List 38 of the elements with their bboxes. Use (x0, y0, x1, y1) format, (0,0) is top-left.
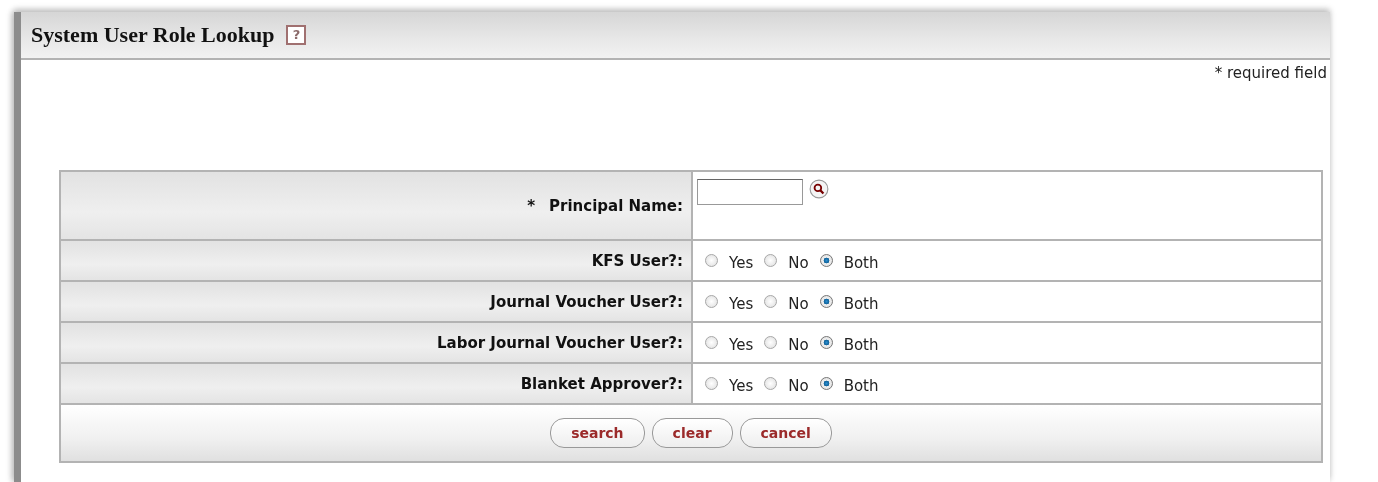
radio-label: No (788, 253, 809, 272)
radio-button[interactable] (705, 254, 718, 267)
radio-label: Both (843, 294, 879, 313)
search-button[interactable]: search (550, 418, 645, 448)
radio-button[interactable] (764, 377, 778, 390)
field-label: Journal Voucher User?: (490, 292, 683, 311)
radio-button[interactable] (819, 254, 833, 267)
radio-label: Yes (729, 376, 754, 395)
radio-label: Yes (729, 335, 754, 354)
radio-button[interactable] (819, 336, 833, 349)
field-label: Blanket Approver?: (520, 374, 683, 393)
clear-button[interactable]: clear (651, 418, 733, 448)
radio-button[interactable] (705, 295, 718, 308)
search-icon[interactable] (809, 179, 829, 199)
radio-label: Yes (729, 253, 754, 272)
radio-label: Yes (729, 294, 754, 313)
required-field-note: * required field (1213, 63, 1328, 84)
radio-button[interactable] (819, 377, 833, 390)
field-label: Labor Journal Voucher User?: (437, 333, 683, 352)
radio-button[interactable] (705, 377, 718, 390)
field-label: Principal Name: (549, 196, 683, 215)
radio-label: No (788, 335, 809, 354)
required-mark: * (527, 196, 536, 215)
radio-label: No (788, 294, 809, 313)
radio-button[interactable] (819, 295, 833, 308)
radio-label: Both (843, 253, 879, 272)
help-icon[interactable]: ? (286, 25, 307, 45)
field-label: KFS User?: (591, 251, 683, 270)
radio-label: Both (843, 376, 879, 395)
page-title: System User Role Lookup (31, 22, 275, 48)
principal-name-field[interactable] (697, 179, 803, 205)
radio-label: Both (843, 335, 879, 354)
radio-button[interactable] (764, 254, 778, 267)
radio-button[interactable] (705, 336, 718, 349)
radio-button[interactable] (764, 295, 778, 308)
radio-label: No (788, 376, 809, 395)
cancel-button[interactable]: cancel (739, 418, 832, 448)
radio-button[interactable] (764, 336, 778, 349)
